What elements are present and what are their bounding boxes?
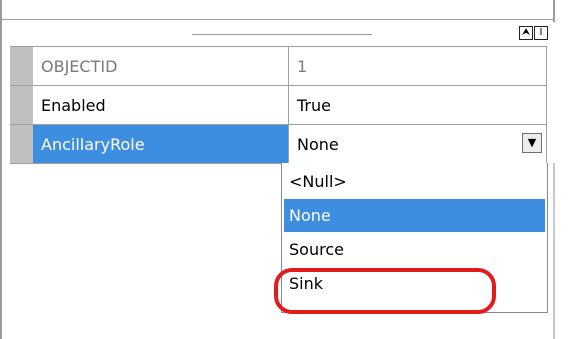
property-value-cell[interactable]: True: [289, 86, 547, 124]
property-value: None: [297, 135, 339, 154]
property-row-enabled[interactable]: Enabled True: [10, 86, 547, 125]
row-gutter[interactable]: [10, 47, 33, 85]
option-label: None: [289, 206, 331, 225]
property-name-cell[interactable]: AncillaryRole: [33, 125, 289, 163]
property-value: 1: [297, 57, 308, 76]
dropdown-option-none[interactable]: None: [284, 199, 545, 232]
dropdown-option-null[interactable]: <Null>: [284, 165, 545, 198]
chevron-down-icon[interactable]: ▼: [522, 133, 542, 153]
window-frame-left: [0, 0, 2, 339]
property-value-cell: 1: [289, 47, 547, 85]
splitter-handle[interactable]: [192, 34, 372, 35]
ancillaryrole-combobox[interactable]: None ▼: [289, 125, 547, 163]
property-name: OBJECTID: [41, 57, 118, 76]
dropdown-option-source[interactable]: Source: [284, 233, 545, 266]
property-row-objectid: OBJECTID 1: [10, 47, 547, 86]
window-frame-right-lower: [553, 163, 555, 339]
property-name: Enabled: [41, 96, 106, 115]
property-name-cell: OBJECTID: [33, 47, 289, 85]
row-gutter[interactable]: [10, 86, 33, 124]
info-icon[interactable]: I: [534, 26, 548, 40]
property-row-ancillaryrole[interactable]: AncillaryRole None ▼: [10, 125, 547, 164]
red-highlight-circle: [274, 268, 496, 314]
option-label: <Null>: [289, 172, 347, 191]
panel-top-border: [0, 19, 555, 20]
sort-alphabetical-icon[interactable]: ⮝: [519, 26, 533, 40]
row-gutter[interactable]: [10, 125, 33, 163]
option-label: Source: [289, 240, 344, 259]
property-name: AncillaryRole: [41, 135, 145, 154]
property-grid: OBJECTID 1 Enabled True AncillaryRole No…: [10, 46, 547, 164]
property-name-cell[interactable]: Enabled: [33, 86, 289, 124]
property-value: True: [297, 96, 331, 115]
